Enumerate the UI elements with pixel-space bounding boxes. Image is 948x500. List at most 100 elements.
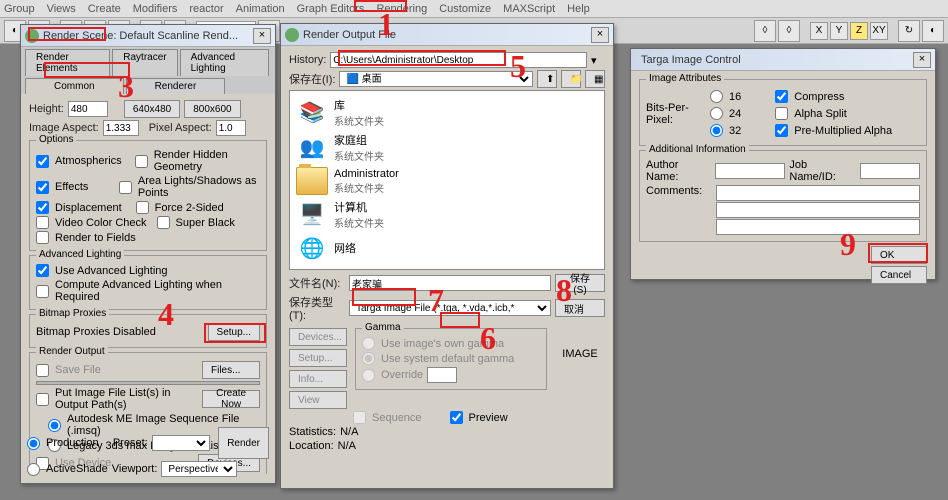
comments-label: Comments: [646, 185, 712, 197]
menu-views[interactable]: Views [47, 3, 76, 15]
dlg-info-button[interactable]: Info... [289, 370, 347, 388]
super-black-check[interactable] [157, 216, 170, 229]
put-image-check[interactable] [36, 393, 49, 406]
preview-check[interactable] [450, 411, 463, 424]
file-list[interactable]: 📚 库系统文件夹 👥 家庭组系统文件夹 Administrator系统文件夹 🖥… [289, 90, 605, 270]
atmospherics-check[interactable] [36, 155, 49, 168]
close-icon[interactable]: × [913, 52, 931, 68]
axis-y[interactable]: Y [830, 22, 848, 40]
compress-check[interactable] [775, 90, 788, 103]
save-button[interactable]: 保存(S) [555, 274, 605, 292]
menu-graph[interactable]: Graph Editors [297, 3, 365, 15]
files-button[interactable]: Files... [202, 361, 260, 379]
preset-combo[interactable] [152, 435, 210, 451]
axis-x[interactable]: X [810, 22, 828, 40]
compute-adv-check[interactable] [36, 285, 49, 298]
comments-input[interactable] [716, 202, 920, 218]
tool-btn[interactable]: ↻ [898, 20, 920, 42]
menu-animation[interactable]: Animation [236, 3, 285, 15]
pixel-aspect-input[interactable] [216, 120, 246, 136]
height-input[interactable] [68, 101, 108, 117]
pre-mult-check[interactable] [775, 124, 788, 137]
item-name: 计算机 [334, 199, 384, 215]
filetype-combo[interactable]: Targa Image File (*.tga, *.vda,*.icb,* [349, 300, 551, 316]
viewmode-button[interactable]: ▦ [585, 70, 605, 88]
render-button[interactable]: Render [218, 427, 269, 459]
bitmap-legend: Bitmap Proxies [36, 308, 109, 319]
render-fields-check[interactable] [36, 231, 49, 244]
history-input[interactable] [330, 52, 587, 68]
video-color-check[interactable] [36, 216, 49, 229]
preset-800-button[interactable]: 800x600 [184, 100, 240, 118]
list-item[interactable]: 🌐 网络 [294, 232, 600, 264]
targa-cancel-button[interactable]: Cancel [871, 266, 927, 284]
menu-rendering[interactable]: Rendering [376, 3, 427, 15]
tab-renderer[interactable]: Renderer [126, 78, 226, 94]
cancel-button[interactable]: 取消 [555, 299, 605, 317]
tool-btn[interactable]: ◊ [778, 20, 800, 42]
up-button[interactable]: ⬆ [537, 70, 557, 88]
create-now-button[interactable]: Create Now [202, 390, 260, 408]
preset-640-button[interactable]: 640x480 [124, 100, 180, 118]
height-label: Height: [29, 103, 64, 115]
save-in-combo[interactable]: 🟦 桌面 [339, 71, 533, 87]
viewport-combo[interactable]: Perspective [161, 461, 237, 477]
app-icon [25, 29, 39, 43]
jobname-input[interactable] [860, 163, 920, 179]
file-dialog-title: Render Output File [303, 29, 591, 41]
render-hidden-check[interactable] [135, 155, 148, 168]
tool-btn[interactable]: ◊ [754, 20, 776, 42]
dlg-devices-button[interactable]: Devices... [289, 328, 347, 346]
use-adv-light-check[interactable] [36, 264, 49, 277]
menu-modifiers[interactable]: Modifiers [133, 3, 178, 15]
tab-raytracer[interactable]: Raytracer [112, 49, 177, 76]
menu-reactor[interactable]: reactor [189, 3, 223, 15]
menu-maxscript[interactable]: MAXScript [503, 3, 555, 15]
list-item[interactable]: 👥 家庭组系统文件夹 [294, 130, 600, 165]
displacement-check[interactable] [36, 201, 49, 214]
bpp16-radio[interactable] [710, 90, 723, 103]
list-item[interactable]: 📚 库系统文件夹 [294, 95, 600, 130]
list-item[interactable]: 🖥️ 计算机系统文件夹 [294, 197, 600, 232]
close-icon[interactable]: × [591, 27, 609, 43]
network-icon: 🌐 [296, 234, 328, 262]
tool-btn[interactable]: ◐ [922, 20, 944, 42]
close-icon[interactable]: × [253, 28, 271, 44]
tab-advanced-lighting[interactable]: Advanced Lighting [180, 49, 269, 76]
dlg-view-button[interactable]: View [289, 391, 347, 409]
production-radio[interactable] [27, 437, 40, 450]
menu-create[interactable]: Create [88, 3, 121, 15]
axis-xy[interactable]: XY [870, 22, 888, 40]
force2sided-check[interactable] [136, 201, 149, 214]
list-item[interactable]: Administrator系统文件夹 [294, 165, 600, 197]
comments-input[interactable] [716, 219, 920, 235]
menu-group[interactable]: Group [4, 3, 35, 15]
axis-z[interactable]: Z [850, 22, 868, 40]
comments-input[interactable] [716, 185, 920, 201]
bitmap-setup-button[interactable]: Setup... [208, 323, 260, 341]
render-hidden-label: Render Hidden Geometry [154, 149, 260, 173]
dlg-setup-button[interactable]: Setup... [289, 349, 347, 367]
image-aspect-input[interactable] [103, 120, 139, 136]
newfolder-button[interactable]: 📁 [561, 70, 581, 88]
bpp-label: Bits-Per-Pixel: [646, 102, 706, 126]
bpp32-radio[interactable] [710, 124, 723, 137]
tab-common[interactable]: Common [25, 78, 124, 94]
alpha-split-check[interactable] [775, 107, 788, 120]
preset-label: Preset: [113, 437, 148, 449]
addl-legend: Additional Information [646, 144, 749, 155]
area-lights-check[interactable] [119, 181, 132, 194]
main-menubar: Group Views Create Modifiers reactor Ani… [0, 0, 948, 18]
activeshade-radio[interactable] [27, 463, 40, 476]
ok-button[interactable]: OK [871, 246, 927, 264]
menu-customize[interactable]: Customize [439, 3, 491, 15]
effects-check[interactable] [36, 181, 49, 194]
filename-input[interactable] [349, 275, 551, 291]
tab-render-elements[interactable]: Render Elements [25, 49, 110, 76]
save-file-check[interactable] [36, 364, 49, 377]
menu-help[interactable]: Help [567, 3, 590, 15]
advanced-lighting-group: Advanced Lighting Use Advanced Lighting … [29, 255, 267, 310]
pre-mult-label: Pre-Multiplied Alpha [794, 125, 892, 137]
author-input[interactable] [715, 163, 785, 179]
bpp24-radio[interactable] [710, 107, 723, 120]
